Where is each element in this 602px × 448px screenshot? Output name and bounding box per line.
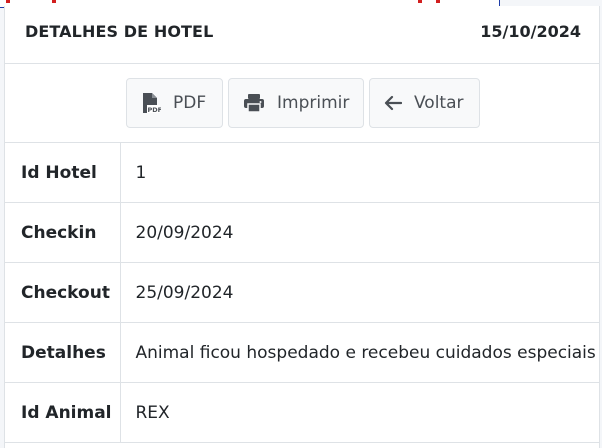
table-row: Checkin 20/09/2024 bbox=[5, 202, 599, 263]
top-edge-decoration bbox=[0, 0, 602, 8]
row-label: Id Hotel bbox=[5, 142, 121, 203]
back-button[interactable]: Voltar bbox=[369, 78, 480, 128]
header-date: 15/10/2024 bbox=[480, 22, 581, 41]
table-row: Id Hotel 1 bbox=[5, 142, 599, 203]
details-table: Id Hotel 1 Checkin 20/09/2024 Checkout 2… bbox=[5, 142, 599, 443]
pdf-button[interactable]: PDF PDF bbox=[126, 78, 223, 128]
arrow-left-icon bbox=[384, 95, 402, 111]
page-title: DETALHES DE HOTEL bbox=[25, 22, 214, 41]
row-value: 1 bbox=[120, 142, 599, 203]
card-header: DETALHES DE HOTEL 15/10/2024 bbox=[5, 6, 599, 64]
row-value: Animal ficou hospedado e recebeu cuidado… bbox=[120, 322, 599, 383]
printer-icon bbox=[243, 93, 265, 113]
row-value: 25/09/2024 bbox=[120, 262, 599, 323]
row-label: Detalhes bbox=[5, 322, 121, 383]
row-value: 20/09/2024 bbox=[120, 202, 599, 263]
table-row: Checkout 25/09/2024 bbox=[5, 262, 599, 323]
red-mark bbox=[52, 0, 56, 3]
table-row: Id Animal REX bbox=[5, 382, 599, 443]
red-mark bbox=[436, 0, 440, 3]
pdf-file-icon: PDF bbox=[141, 92, 161, 114]
row-label: Checkin bbox=[5, 202, 121, 263]
red-mark bbox=[418, 0, 422, 3]
row-label: Id Animal bbox=[5, 382, 121, 443]
print-button-label: Imprimir bbox=[277, 93, 350, 113]
table-row: Detalhes Animal ficou hospedado e recebe… bbox=[5, 322, 599, 383]
print-button[interactable]: Imprimir bbox=[228, 78, 364, 128]
row-value: REX bbox=[120, 382, 599, 443]
svg-text:PDF: PDF bbox=[148, 106, 162, 114]
red-mark bbox=[6, 0, 10, 3]
hotel-details-card: DETALHES DE HOTEL 15/10/2024 PDF PDF Imp… bbox=[4, 6, 600, 448]
row-label: Checkout bbox=[5, 262, 121, 323]
back-button-label: Voltar bbox=[414, 93, 464, 113]
pdf-button-label: PDF bbox=[173, 93, 207, 113]
